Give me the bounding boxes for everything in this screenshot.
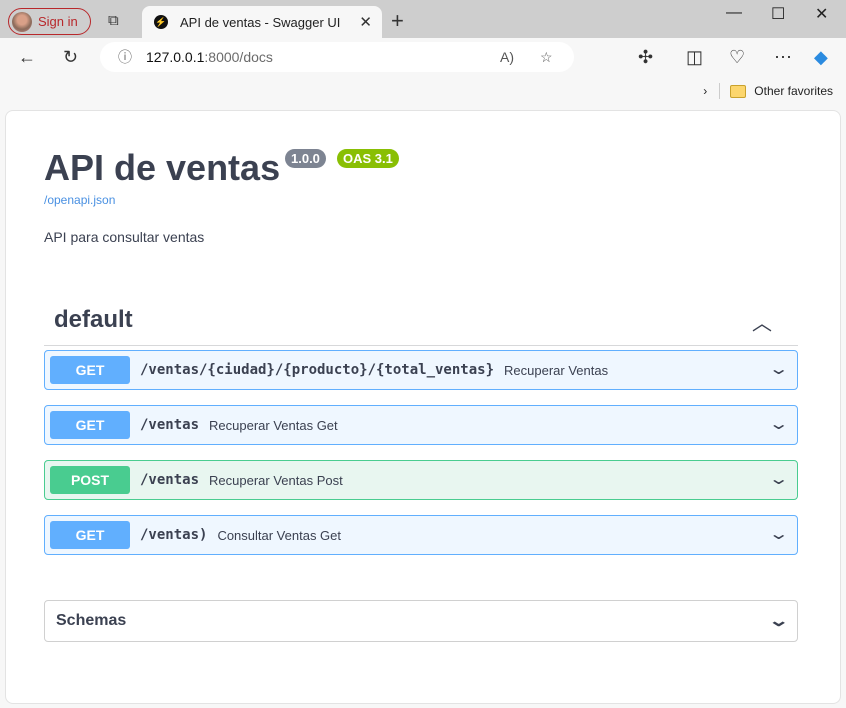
operation-summary: Recuperar Ventas Post <box>209 472 343 488</box>
api-description: API para consultar ventas <box>44 229 205 245</box>
close-window-icon[interactable]: ✕ <box>815 4 828 24</box>
favorites-bar: › Other favorites <box>703 80 846 102</box>
page-title: API de ventas <box>44 147 281 188</box>
openapi-link[interactable]: /openapi.json <box>44 193 115 207</box>
method-badge: GET <box>50 411 130 439</box>
copilot-icon[interactable]: ◆ <box>814 47 828 68</box>
divider <box>44 345 798 346</box>
site-info-icon[interactable]: ⓘ <box>118 47 132 67</box>
swagger-page: API de ventas 1.0.0 OAS 3.1 /openapi.jso… <box>5 110 841 704</box>
minimize-icon[interactable]: — <box>726 4 742 22</box>
url-host: 127.0.0.1 <box>146 49 205 65</box>
chevron-down-icon[interactable]: ⌄ <box>768 611 789 631</box>
chevron-down-icon[interactable]: ⌄ <box>768 524 789 544</box>
chevron-down-icon[interactable]: ⌄ <box>768 469 789 489</box>
read-aloud-icon[interactable]: A) <box>500 49 514 65</box>
refresh-icon[interactable]: ↻ <box>63 47 78 68</box>
method-badge: POST <box>50 466 130 494</box>
operation-path: /ventas <box>140 472 200 488</box>
operation-row[interactable]: GET /ventas Recuperar Ventas Get ⌄ <box>44 405 798 445</box>
browser-essentials-icon[interactable]: ♡ <box>729 47 745 68</box>
operation-path: /ventas/{ciudad}/{producto}/{total_venta… <box>140 362 495 378</box>
more-icon[interactable]: ⋯ <box>774 47 792 68</box>
schemas-label: Schemas <box>56 612 127 629</box>
close-tab-icon[interactable]: ✕ <box>359 13 372 31</box>
method-badge: GET <box>50 521 130 549</box>
maximize-icon[interactable]: ☐ <box>771 4 785 24</box>
back-icon[interactable]: ← <box>18 47 36 68</box>
sign-in-label: Sign in <box>38 14 78 29</box>
url-rest: :8000/docs <box>204 49 273 65</box>
extensions-icon[interactable]: ✣ <box>638 47 653 68</box>
operation-path: /ventas <box>140 417 200 433</box>
avatar <box>12 11 32 32</box>
operation-path: /ventas) <box>140 527 208 543</box>
version-badge: 1.0.0 <box>285 149 326 168</box>
schemas-section[interactable]: Schemas ⌄ <box>44 600 798 642</box>
operation-summary: Recuperar Ventas <box>504 362 609 378</box>
oas-badge: OAS 3.1 <box>337 149 399 168</box>
workspaces-icon[interactable]: ⧉ <box>108 12 119 29</box>
chevron-right-icon[interactable]: › <box>703 84 707 98</box>
operation-row[interactable]: POST /ventas Recuperar Ventas Post ⌄ <box>44 460 798 500</box>
method-badge: GET <box>50 356 130 384</box>
operation-row[interactable]: GET /ventas) Consultar Ventas Get ⌄ <box>44 515 798 555</box>
swagger-favicon-icon: ⚡ <box>154 15 168 29</box>
operation-row[interactable]: GET /ventas/{ciudad}/{producto}/{total_v… <box>44 350 798 390</box>
operation-summary: Recuperar Ventas Get <box>209 417 338 433</box>
favorite-star-icon[interactable]: ☆ <box>540 49 553 66</box>
chevron-down-icon[interactable]: ⌄ <box>768 414 789 434</box>
tab-bar: Sign in ⧉ ⚡ API de ventas - Swagger UI ✕ +… <box>0 0 846 38</box>
chevron-down-icon[interactable]: ⌄ <box>768 359 789 379</box>
operation-summary: Consultar Ventas Get <box>217 527 342 543</box>
address-bar[interactable]: ⓘ 127.0.0.1:8000/docs A) ☆ <box>100 42 574 72</box>
other-favorites[interactable]: Other favorites <box>754 84 833 98</box>
folder-icon <box>730 84 747 98</box>
chevron-up-icon[interactable]: ︿ <box>752 307 772 336</box>
sign-in-button[interactable]: Sign in <box>8 8 91 35</box>
new-tab-icon[interactable]: + <box>391 8 404 34</box>
tab-title: API de ventas - Swagger UI <box>180 14 341 30</box>
split-screen-icon[interactable]: ◫ <box>686 47 703 68</box>
tab-swagger[interactable]: ⚡ API de ventas - Swagger UI ✕ <box>142 6 382 38</box>
section-default[interactable]: default <box>54 306 133 334</box>
